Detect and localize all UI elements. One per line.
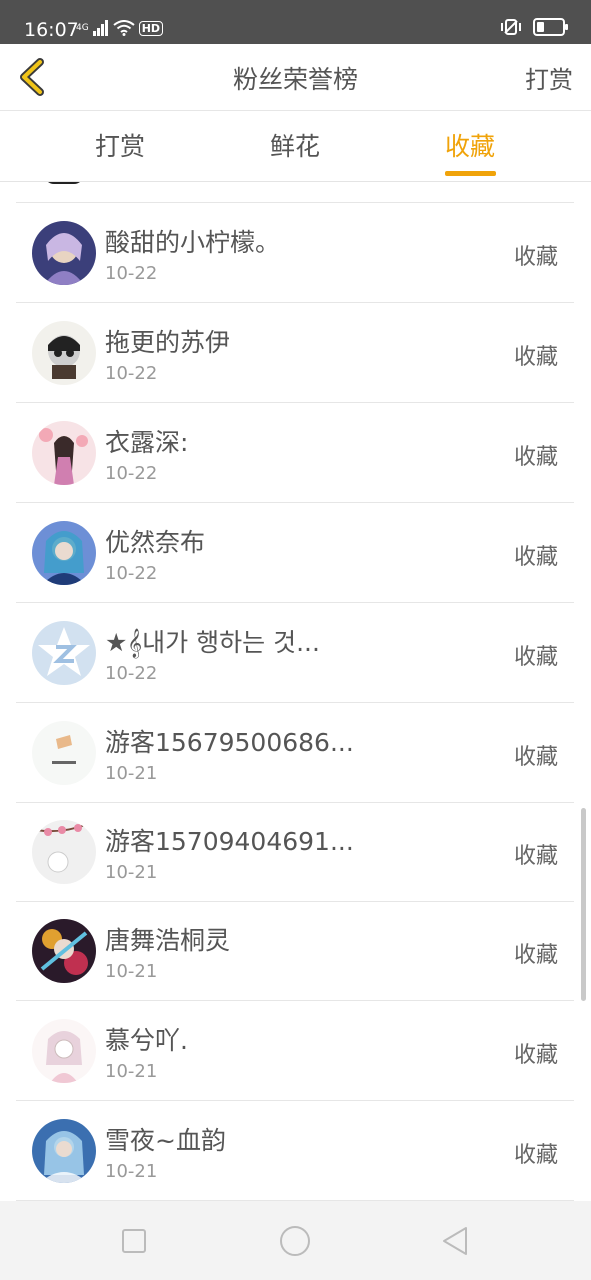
- active-tab-indicator: [445, 171, 496, 176]
- fan-action: 收藏: [513, 645, 558, 670]
- avatar[interactable]: [32, 1019, 96, 1083]
- fan-list[interactable]: 酸甜的小柠檬。 10-22 收藏 拖更的苏伊 10-22 收藏 衣露深: 10-…: [0, 182, 591, 1201]
- list-item[interactable]: 雪夜~血韵 10-21 收藏: [16, 1101, 574, 1201]
- list-item[interactable]: 慕兮吖. 10-21 收藏: [16, 1001, 574, 1101]
- fan-name: 唐舞浩桐灵: [105, 926, 231, 955]
- fan-action: 收藏: [513, 345, 558, 370]
- list-item[interactable]: 衣露深: 10-22 收藏: [16, 403, 574, 503]
- fan-action: 收藏: [513, 1043, 558, 1068]
- fan-date: 10-22: [105, 663, 158, 684]
- avatar: [44, 182, 84, 184]
- fan-date: 10-21: [105, 763, 158, 784]
- fan-name: 游客15679500686...: [105, 728, 354, 757]
- signal-icon: [92, 20, 108, 36]
- home-button[interactable]: [280, 1226, 310, 1256]
- fan-date: 10-21: [105, 862, 158, 883]
- fan-name: 衣露深:: [105, 428, 189, 457]
- fan-date: 10-22: [105, 463, 158, 484]
- fan-action: 收藏: [513, 844, 558, 869]
- back-triangle-icon[interactable]: [440, 1225, 470, 1257]
- fan-action: 收藏: [513, 943, 558, 968]
- header: 粉丝荣誉榜 打赏: [0, 44, 591, 111]
- fan-name: ★𝄞내가 행하는 것...: [105, 628, 320, 657]
- vibrate-icon: [501, 19, 521, 35]
- fan-name: 拖更的苏伊: [105, 328, 231, 357]
- fan-action: 收藏: [513, 245, 558, 270]
- status-bar: 16:07 4G HD: [0, 0, 591, 44]
- fan-date: 10-21: [105, 1161, 158, 1182]
- fan-name: 雪夜~血韵: [105, 1126, 226, 1155]
- network-type: 4G: [76, 22, 89, 33]
- recent-apps-button[interactable]: [122, 1229, 146, 1253]
- hd-icon: HD: [138, 20, 164, 36]
- tab-reward[interactable]: 打赏: [60, 111, 180, 181]
- status-time: 16:07: [24, 19, 79, 41]
- reward-button[interactable]: 打赏: [525, 60, 573, 95]
- list-item[interactable]: 唐舞浩桐灵 10-21 收藏: [16, 901, 574, 1001]
- status-icons: 4G HD: [76, 20, 164, 36]
- wifi-icon: [113, 20, 135, 36]
- fan-name: 酸甜的小柠檬。: [105, 228, 281, 257]
- fan-date: 10-22: [105, 263, 158, 284]
- fan-name: 优然奈布: [105, 528, 206, 557]
- fan-action: 收藏: [513, 1143, 558, 1168]
- avatar[interactable]: [32, 521, 96, 585]
- battery-level: [537, 22, 544, 32]
- scrollbar[interactable]: [581, 808, 586, 1001]
- fan-action: 收藏: [513, 745, 558, 770]
- list-item[interactable]: 游客15709404691... 10-21 收藏: [16, 802, 574, 902]
- fan-date: 10-22: [105, 563, 158, 584]
- page-title: 粉丝荣誉榜: [232, 65, 358, 94]
- fan-date: 10-21: [105, 1061, 158, 1082]
- list-item[interactable]: ★𝄞내가 행하는 것... 10-22 收藏: [16, 603, 574, 703]
- avatar[interactable]: [32, 221, 96, 285]
- fan-name: 游客15709404691...: [105, 827, 354, 856]
- avatar[interactable]: [32, 721, 96, 785]
- list-item[interactable]: 游客15679500686... 10-21 收藏: [16, 703, 574, 803]
- tab-bar: 打赏 鲜花 收藏: [0, 111, 591, 182]
- list-item[interactable]: 拖更的苏伊 10-22 收藏: [16, 303, 574, 403]
- avatar[interactable]: [32, 321, 96, 385]
- system-nav-bar: [0, 1201, 591, 1280]
- battery-icon: [533, 18, 568, 36]
- avatar[interactable]: [32, 621, 96, 685]
- avatar[interactable]: [32, 919, 96, 983]
- tab-flowers[interactable]: 鲜花: [235, 111, 355, 181]
- list-item[interactable]: 酸甜的小柠檬。 10-22 收藏: [16, 203, 574, 303]
- avatar[interactable]: [32, 421, 96, 485]
- list-item[interactable]: 优然奈布 10-22 收藏: [16, 503, 574, 603]
- fan-date: 10-21: [105, 961, 158, 982]
- fan-name: 慕兮吖.: [105, 1026, 188, 1055]
- avatar[interactable]: [32, 1119, 96, 1183]
- fan-action: 收藏: [513, 445, 558, 470]
- fan-action: 收藏: [513, 545, 558, 570]
- fan-date: 10-22: [105, 363, 158, 384]
- avatar[interactable]: [32, 820, 96, 884]
- status-right: [499, 18, 568, 36]
